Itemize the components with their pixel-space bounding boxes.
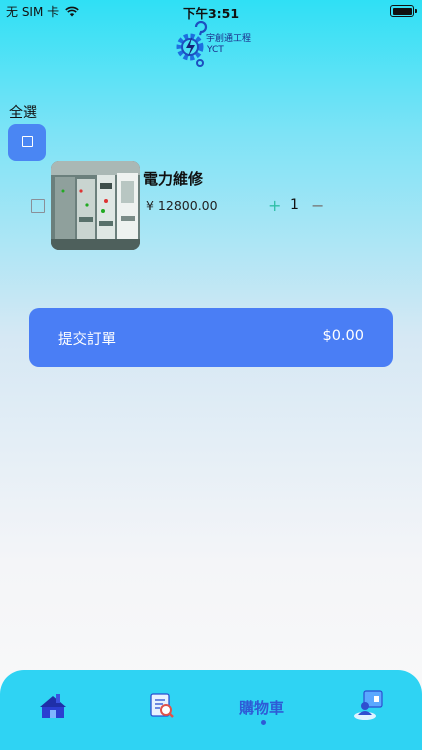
item-price: ¥ 12800.00 bbox=[146, 198, 218, 213]
item-name: 電力維修 bbox=[143, 170, 204, 188]
tab-profile[interactable] bbox=[342, 670, 402, 750]
tab-search[interactable] bbox=[135, 670, 195, 750]
submit-order-label: 提交訂單 bbox=[58, 332, 116, 348]
quantity-decrease-button[interactable]: − bbox=[311, 196, 324, 215]
submit-order-button[interactable]: 提交訂單 $0.00 bbox=[29, 308, 393, 367]
status-bar: 无 SIM 卡 下午3:51 bbox=[0, 0, 422, 22]
active-tab-indicator bbox=[261, 720, 266, 725]
gear-bolt-logo-icon bbox=[176, 21, 208, 67]
home-icon bbox=[40, 694, 66, 718]
app-logo: 宇創通工程 YCT bbox=[174, 21, 254, 69]
quantity-increase-button[interactable]: + bbox=[268, 196, 281, 215]
status-time: 下午3:51 bbox=[182, 6, 240, 21]
profile-icon bbox=[354, 690, 383, 720]
electrical-panel-image bbox=[51, 161, 140, 250]
item-checkbox[interactable] bbox=[31, 199, 45, 213]
search-document-icon bbox=[150, 693, 174, 718]
select-all-button[interactable] bbox=[8, 124, 46, 161]
logo-name-cn: 宇創通工程 bbox=[206, 34, 252, 44]
tab-home[interactable] bbox=[28, 670, 88, 750]
select-all-label: 全選 bbox=[9, 105, 37, 121]
logo-name-en: YCT bbox=[207, 45, 224, 55]
item-thumbnail bbox=[51, 161, 140, 250]
checkbox-icon bbox=[22, 136, 33, 147]
tab-cart-label: 購物車 bbox=[239, 699, 285, 717]
quantity-value: 1 bbox=[290, 197, 299, 213]
order-total: $0.00 bbox=[322, 328, 364, 344]
battery-icon bbox=[390, 5, 417, 17]
